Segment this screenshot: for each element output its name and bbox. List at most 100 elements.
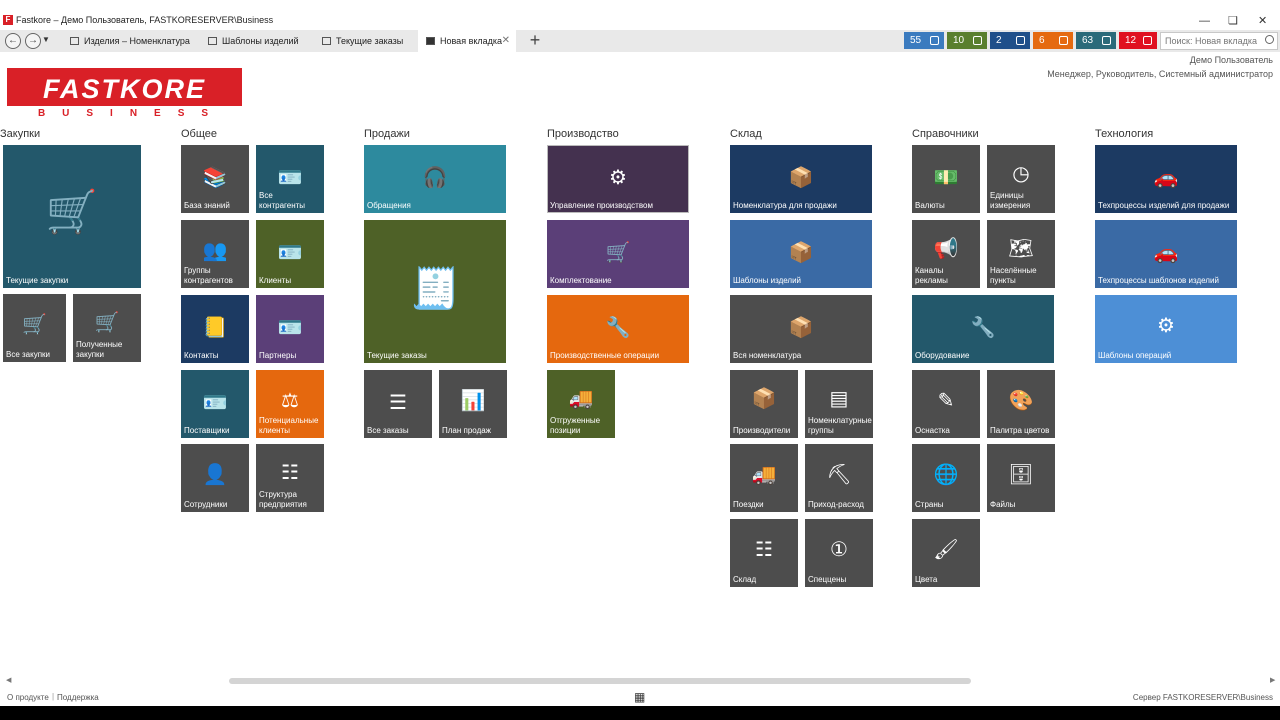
wrench-icon: 🔧	[605, 317, 631, 339]
tile-knowledge-base[interactable]: 📚 База знаний	[181, 145, 249, 213]
tile-manufacturers[interactable]: 📦 Производители	[730, 370, 798, 438]
truck-icon: 🚚	[751, 464, 777, 486]
forward-button[interactable]: →	[25, 33, 41, 49]
tile-ad-channels[interactable]: 📢 Каналы рекламы	[912, 220, 980, 288]
user-roles: Менеджер, Руководитель, Системный админи…	[1047, 69, 1273, 79]
tile-currencies[interactable]: 💵 Валюты	[912, 145, 980, 213]
gauge-icon: ◷	[1012, 163, 1030, 185]
tile-countries[interactable]: 🌐 Страны	[912, 444, 980, 512]
search-input[interactable]	[1160, 32, 1278, 50]
tile-received-purchases[interactable]: 🛒 Полученные закупки	[73, 294, 141, 362]
tile-product-templates[interactable]: 📦 Шаблоны изделий	[730, 220, 872, 288]
new-tab-button[interactable]: +	[520, 30, 550, 52]
shelves-icon: ☷	[755, 539, 773, 561]
tab-doc-icon	[70, 37, 79, 45]
tile-employees[interactable]: 👤 Сотрудники	[181, 444, 249, 512]
history-dropdown-icon[interactable]: ▼	[42, 35, 50, 44]
tile-suppliers[interactable]: 🪪 Поставщики	[181, 370, 249, 438]
tile-all-contractors[interactable]: 🪪 Все контрагенты	[256, 145, 324, 213]
tile-production-management[interactable]: ⚙ Управление производством	[547, 145, 689, 213]
close-window-button[interactable]: ✕	[1258, 15, 1267, 27]
search-icon[interactable]	[1265, 35, 1274, 44]
tile-shipped-items[interactable]: 🚚 Отгруженные позиции	[547, 370, 615, 438]
badge-support[interactable]: 6	[1033, 32, 1073, 49]
tile-files[interactable]: 🗄 Файлы	[987, 444, 1055, 512]
scroll-left-icon[interactable]: ◀	[6, 676, 11, 684]
tile-production-operations[interactable]: 🔧 Производственные операции	[547, 295, 689, 363]
tab-nomenclature[interactable]: Изделия – Номенклатура дл	[62, 30, 192, 52]
tile-inquiries[interactable]: 🎧 Обращения	[364, 145, 506, 213]
map-pin-icon: 🗺	[1008, 238, 1034, 260]
user-info: Демо Пользователь Менеджер, Руководитель…	[1047, 55, 1273, 83]
truck-icon: 🚚	[568, 388, 594, 410]
horizontal-scrollbar[interactable]	[229, 678, 971, 684]
tab-doc-icon	[208, 37, 217, 45]
badge-cart[interactable]: 2	[990, 32, 1030, 49]
tile-colors[interactable]: 🖌 Цвета	[912, 519, 980, 587]
apps-grid-icon[interactable]: ▦	[634, 690, 645, 704]
support-link[interactable]: Поддержка	[57, 693, 99, 702]
tile-equipment[interactable]: 🔧 Оборудование	[912, 295, 1054, 363]
back-button[interactable]: ←	[5, 33, 21, 49]
tile-kitting[interactable]: 🛒 Комплектование	[547, 220, 689, 288]
section-sales: Продажи	[364, 128, 410, 140]
tile-color-palette[interactable]: 🎨 Палитра цветов	[987, 370, 1055, 438]
receipt-icon: 🧾	[410, 267, 460, 311]
badge-calendar-red[interactable]: 12	[1119, 32, 1157, 49]
tile-sales-plan[interactable]: 📊 План продаж	[439, 370, 507, 438]
about-link[interactable]: О продукте	[7, 693, 49, 702]
tab-label: Текущие заказы	[336, 36, 404, 46]
tile-sale-nomenclature[interactable]: 📦 Номенклатура для продажи	[730, 145, 872, 213]
tile-trips[interactable]: 🚚 Поездки	[730, 444, 798, 512]
tab-doc-icon	[322, 37, 331, 45]
tile-current-orders[interactable]: 🧾 Текущие заказы	[364, 220, 506, 363]
tile-partners[interactable]: 🪪 Партнеры	[256, 295, 324, 363]
tile-settlements[interactable]: 🗺 Населённые пункты	[987, 220, 1055, 288]
address-book-icon: 📒	[202, 317, 228, 339]
tile-warehouse[interactable]: ☷ Склад	[730, 519, 798, 587]
tile-tp-product-templates[interactable]: 🚗 Техпроцессы шаблонов изделий	[1095, 220, 1237, 288]
box-icon: 📦	[788, 317, 814, 339]
contact-card-icon: 🪪	[277, 317, 303, 339]
badge-money[interactable]: 10	[947, 32, 987, 49]
tile-units[interactable]: ◷ Единицы измерения	[987, 145, 1055, 213]
logo-main: FASTKORE	[42, 74, 206, 104]
tile-company-structure[interactable]: ☷ Структура предприятия	[256, 444, 324, 512]
tile-nomenclature-groups[interactable]: ▤ Номенклатурные группы	[805, 370, 873, 438]
cart-icon: 🛒	[22, 314, 47, 336]
scroll-right-icon[interactable]: ▶	[1270, 676, 1275, 684]
tile-special-prices[interactable]: ① Спеццены	[805, 519, 873, 587]
title-bar: F Fastkore – Демо Пользователь, FASTKORE…	[0, 0, 1280, 30]
forklift-icon: ⛏	[826, 464, 852, 486]
tile-operation-templates[interactable]: ⚙ Шаблоны операций	[1095, 295, 1237, 363]
tile-potential-clients[interactable]: ⚖ Потенциальные клиенты	[256, 370, 324, 438]
tab-new[interactable]: Новая вкладка ✕	[418, 30, 516, 52]
box-icon: 📦	[788, 242, 814, 264]
users-icon: 👥	[202, 240, 228, 262]
user-name[interactable]: Демо Пользователь	[1047, 55, 1273, 65]
section-purchases: Закупки	[0, 128, 41, 140]
tile-contacts[interactable]: 📒 Контакты	[181, 295, 249, 363]
tile-contractor-groups[interactable]: 👥 Группы контрагентов	[181, 220, 249, 288]
tile-tp-sale-products[interactable]: 🚗 Техпроцессы изделий для продажи	[1095, 145, 1237, 213]
tile-all-purchases[interactable]: 🛒 Все закупки	[3, 294, 66, 362]
tile-clients[interactable]: 🪪 Клиенты	[256, 220, 324, 288]
badge-support-2[interactable]: 63	[1076, 32, 1116, 49]
globe-icon: 🌐	[933, 464, 959, 486]
tile-all-nomenclature[interactable]: 📦 Вся номенклатура	[730, 295, 872, 363]
tab-label: Изделия – Номенклатура дл	[84, 36, 192, 46]
close-tab-icon[interactable]: ✕	[502, 30, 510, 52]
tile-all-orders[interactable]: ☰ Все заказы	[364, 370, 432, 438]
tile-income-expense[interactable]: ⛏ Приход-расход	[805, 444, 873, 512]
tile-current-purchases[interactable]: 🛒 Текущие закупки	[3, 145, 141, 288]
tile-tooling[interactable]: ✎ Оснастка	[912, 370, 980, 438]
tab-current-orders[interactable]: Текущие заказы	[314, 30, 414, 52]
minimize-button[interactable]: —	[1199, 15, 1210, 27]
robot-arm-icon: ⚙	[609, 167, 627, 189]
restore-button[interactable]: ❏	[1228, 15, 1238, 27]
cart-icon: 🛒	[605, 242, 631, 264]
tab-product-templates[interactable]: Шаблоны изделий	[200, 30, 300, 52]
megaphone-icon: 📢	[933, 238, 959, 260]
archive-icon: 🗄	[1008, 464, 1034, 486]
badge-calendar[interactable]: 55	[904, 32, 944, 49]
